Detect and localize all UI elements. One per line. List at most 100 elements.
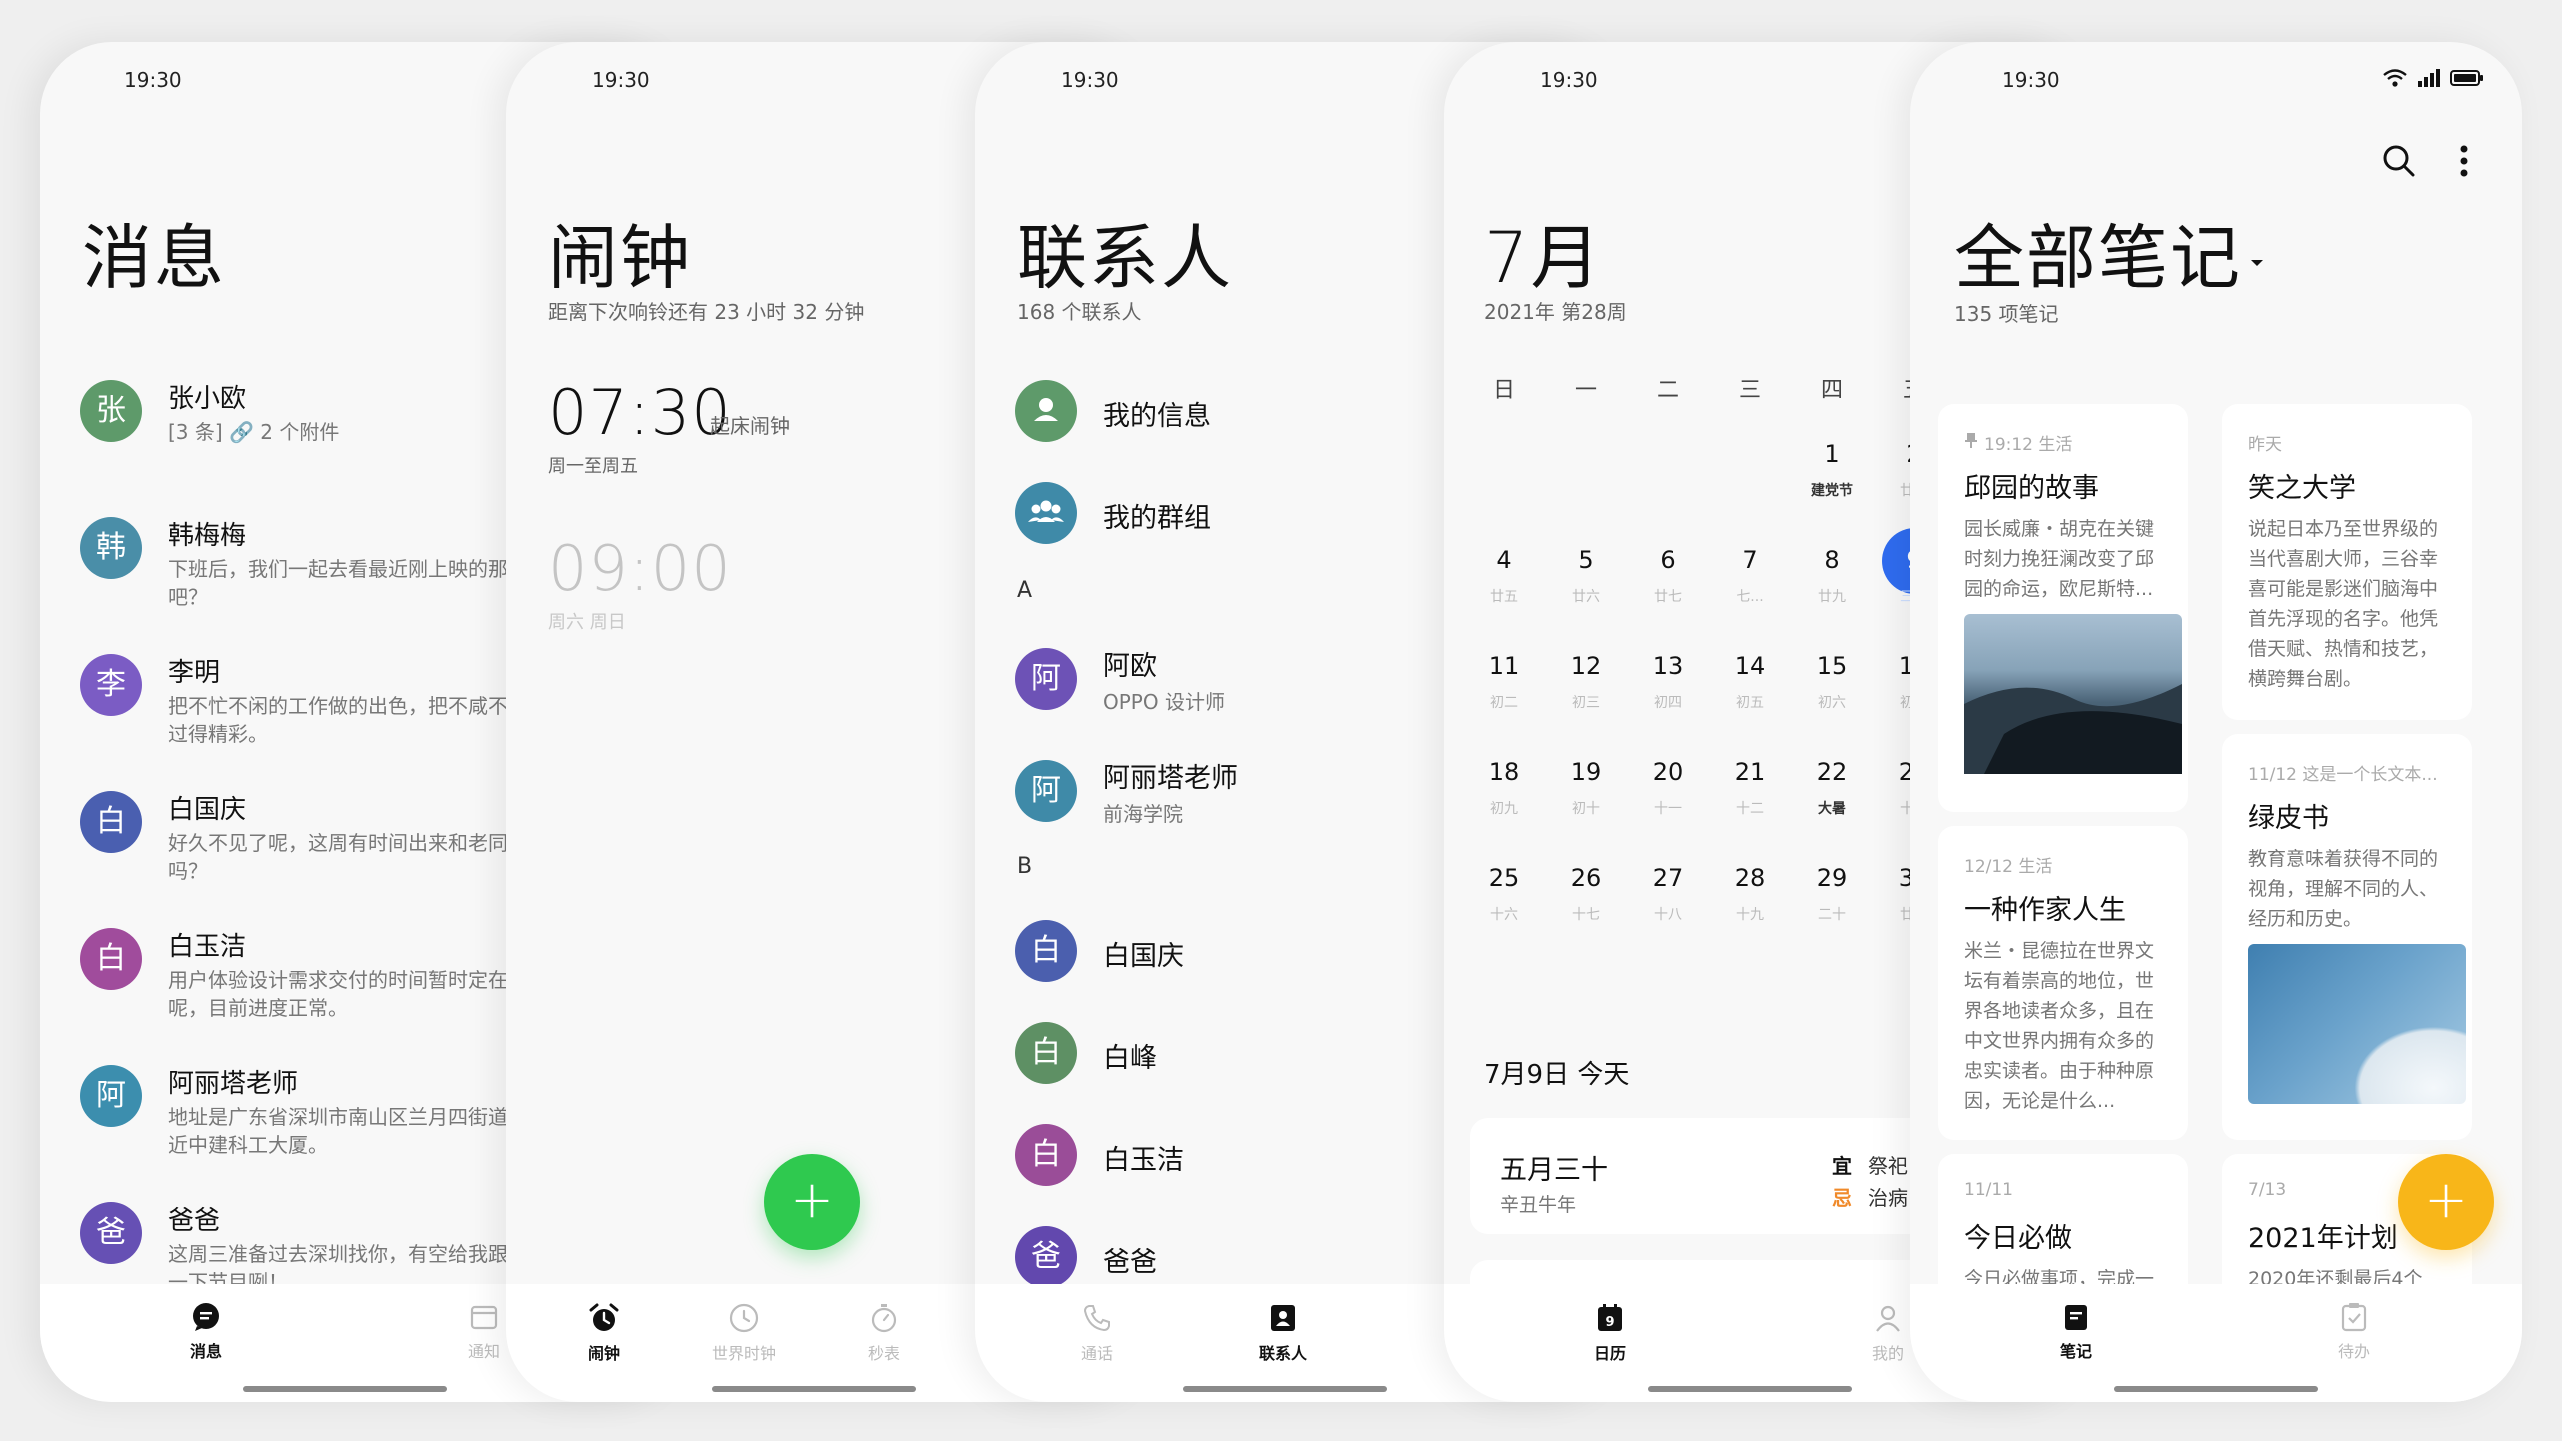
tab-todo[interactable]: 待办 bbox=[2309, 1302, 2399, 1362]
contacts-icon bbox=[1271, 1305, 1295, 1331]
tab-label: 日历 bbox=[1593, 1344, 1626, 1363]
message-preview: 过得精彩。 bbox=[168, 722, 268, 746]
note-title: 一种作家人生 bbox=[1964, 895, 2126, 926]
folder-title: 全部笔记 bbox=[1954, 217, 2242, 299]
message-preview: 地址是广东省深圳市南山区兰月四街道 bbox=[168, 1105, 508, 1129]
sender-name: 李明 bbox=[168, 658, 221, 688]
add-alarm-button[interactable]: + bbox=[764, 1154, 860, 1250]
home-indicator bbox=[712, 1386, 916, 1392]
message-preview: 用户体验设计需求交付的时间暂时定在 bbox=[168, 968, 508, 992]
lunar-day: 初九 bbox=[1490, 801, 1518, 817]
note-card[interactable]: 昨天 笑之大学 说起日本乃至世界级的 当代喜剧大师，三谷幸 喜可能是影迷们脑海中 首先浮现… bbox=[2222, 404, 2472, 720]
alarm-time: 09:00 bbox=[548, 532, 732, 605]
tab-label: 秒表 bbox=[867, 1344, 900, 1363]
note-title: 今日必做 bbox=[1964, 1223, 2072, 1254]
note-meta: 19:12 生活 bbox=[1984, 435, 2073, 455]
calendar-icon: 9 bbox=[1598, 1304, 1622, 1331]
page-title[interactable]: 全部笔记 bbox=[1954, 202, 2266, 303]
avatar: 白 bbox=[80, 791, 142, 853]
day-number: 26 bbox=[1570, 864, 1602, 892]
avatar: 阿 bbox=[1015, 760, 1077, 822]
note-body: 因，无论是什么... bbox=[1964, 1090, 2116, 1112]
note-title: 2021年计划 bbox=[2248, 1223, 2398, 1254]
lunar-year: 辛丑牛年 bbox=[1500, 1194, 1577, 1216]
tab-notes[interactable]: 笔记 bbox=[2031, 1302, 2121, 1362]
note-meta: 12/12 生活 bbox=[1964, 857, 2053, 877]
add-note-button[interactable]: + bbox=[2398, 1154, 2494, 1250]
message-preview: 把不忙不闲的工作做的出色，把不咸不 bbox=[168, 694, 508, 718]
tab-label: 待办 bbox=[2337, 1342, 2370, 1361]
day-number: 5 bbox=[1578, 546, 1594, 574]
lunar-day: 廿六 bbox=[1572, 589, 1600, 605]
note-body: 时刻力挽狂澜改变了邱 bbox=[1964, 548, 2155, 570]
alarm-repeat: 周一至周五 bbox=[548, 456, 638, 477]
avatar: 阿 bbox=[1015, 648, 1077, 710]
next-alarm-countdown: 距离下次响铃还有 23 小时 32 分钟 bbox=[548, 300, 865, 324]
note-meta: 11/11 bbox=[1964, 1180, 2013, 1200]
note-card[interactable]: 12/12 生活 一种作家人生 米兰・昆德拉在世界文 坛有着崇高的地位，世 界各地读者众… bbox=[1938, 826, 2188, 1140]
contact-name: 阿丽塔老师 bbox=[1103, 763, 1238, 794]
note-body: 横跨舞台剧。 bbox=[2248, 668, 2363, 690]
tab-stopwatch[interactable]: 秒表 bbox=[839, 1302, 929, 1364]
lunar-day: 十七 bbox=[1572, 907, 1600, 923]
lunar-day: 初二 bbox=[1490, 695, 1518, 711]
wifi-icon bbox=[2383, 69, 2407, 87]
section-header-b: B bbox=[1017, 854, 1033, 879]
battery-icon bbox=[2450, 70, 2483, 86]
day-number: 15 bbox=[1816, 652, 1848, 680]
lunar-day: 七... bbox=[1736, 589, 1764, 605]
yi-value: 祭祀 bbox=[1868, 1154, 1908, 1178]
tab-contacts[interactable]: 联系人 bbox=[1238, 1302, 1328, 1364]
note-body: 园的命运，欧尼斯特... bbox=[1964, 578, 2154, 600]
notes-screen: 19:30 全部笔记 135 项笔记 19:12 生活 邱园的故事 园长威廉・胡克在… bbox=[1910, 42, 2522, 1402]
lunar-day: 十六 bbox=[1490, 907, 1518, 923]
note-body: 经历和历史。 bbox=[2248, 908, 2363, 930]
tab-alarm[interactable]: 闹钟 bbox=[559, 1302, 649, 1364]
sender-name: 张小欧 bbox=[168, 384, 247, 414]
lunar-date: 五月三十 bbox=[1500, 1155, 1608, 1186]
home-indicator bbox=[1648, 1386, 1852, 1392]
day-number: 1 bbox=[1824, 440, 1840, 468]
world-clock-icon bbox=[729, 1303, 759, 1333]
tab-world-clock[interactable]: 世界时钟 bbox=[699, 1302, 789, 1364]
tab-messages[interactable]: 消息 bbox=[161, 1302, 251, 1362]
tab-label: 闹钟 bbox=[587, 1344, 620, 1363]
sender-name: 阿丽塔老师 bbox=[168, 1069, 299, 1099]
status-time: 19:30 bbox=[1061, 68, 1119, 92]
tab-calls[interactable]: 通话 bbox=[1052, 1302, 1142, 1364]
signal-icon bbox=[2418, 69, 2440, 87]
phone-icon bbox=[1083, 1305, 1110, 1332]
message-preview: 下班后，我们一起去看最近刚上映的那 bbox=[168, 557, 508, 581]
alarm-icon bbox=[589, 1303, 619, 1331]
day-number: 25 bbox=[1488, 864, 1520, 892]
status-time: 19:30 bbox=[2002, 68, 2060, 92]
avatar: 爸 bbox=[80, 1202, 142, 1264]
home-indicator bbox=[1183, 1386, 1387, 1392]
day-number: 14 bbox=[1734, 652, 1766, 680]
more-options-icon[interactable] bbox=[2456, 142, 2472, 180]
avatar: 李 bbox=[80, 654, 142, 716]
weekday-label: 四 bbox=[1820, 378, 1843, 403]
search-icon[interactable] bbox=[2380, 142, 2418, 180]
note-image bbox=[1964, 614, 2182, 774]
note-body: 坛有着崇高的地位，世 bbox=[1964, 970, 2155, 992]
contact-name: 爸爸 bbox=[1103, 1247, 1157, 1278]
note-title: 笑之大学 bbox=[2248, 473, 2356, 504]
contact-subtitle: OPPO 设计师 bbox=[1103, 690, 1225, 714]
contact-subtitle: 前海学院 bbox=[1103, 802, 1183, 826]
lunar-day: 十九 bbox=[1736, 907, 1764, 923]
day-number: 18 bbox=[1488, 758, 1520, 786]
note-title: 绿皮书 bbox=[2248, 803, 2329, 834]
section-header-a: A bbox=[1017, 578, 1033, 603]
note-body: 米兰・昆德拉在世界文 bbox=[1964, 940, 2155, 962]
day-number: 19 bbox=[1570, 758, 1602, 786]
avatar bbox=[1015, 482, 1077, 544]
day-number: 27 bbox=[1652, 864, 1684, 892]
sender-name: 爸爸 bbox=[168, 1206, 221, 1236]
note-card[interactable]: 19:12 生活 邱园的故事 园长威廉・胡克在关键 时刻力挽狂澜改变了邱 园的命运，欧尼… bbox=[1938, 404, 2188, 812]
weekday-label: 三 bbox=[1738, 378, 1761, 403]
note-card[interactable]: 11/12 这是一个长文本... 绿皮书 教育意味着获得不同的 视角，理解不同的人、经… bbox=[2222, 734, 2472, 1140]
tab-calendar[interactable]: 9 日历 bbox=[1565, 1302, 1655, 1364]
avatar: 爸 bbox=[1015, 1226, 1077, 1288]
stopwatch-icon bbox=[871, 1304, 897, 1333]
